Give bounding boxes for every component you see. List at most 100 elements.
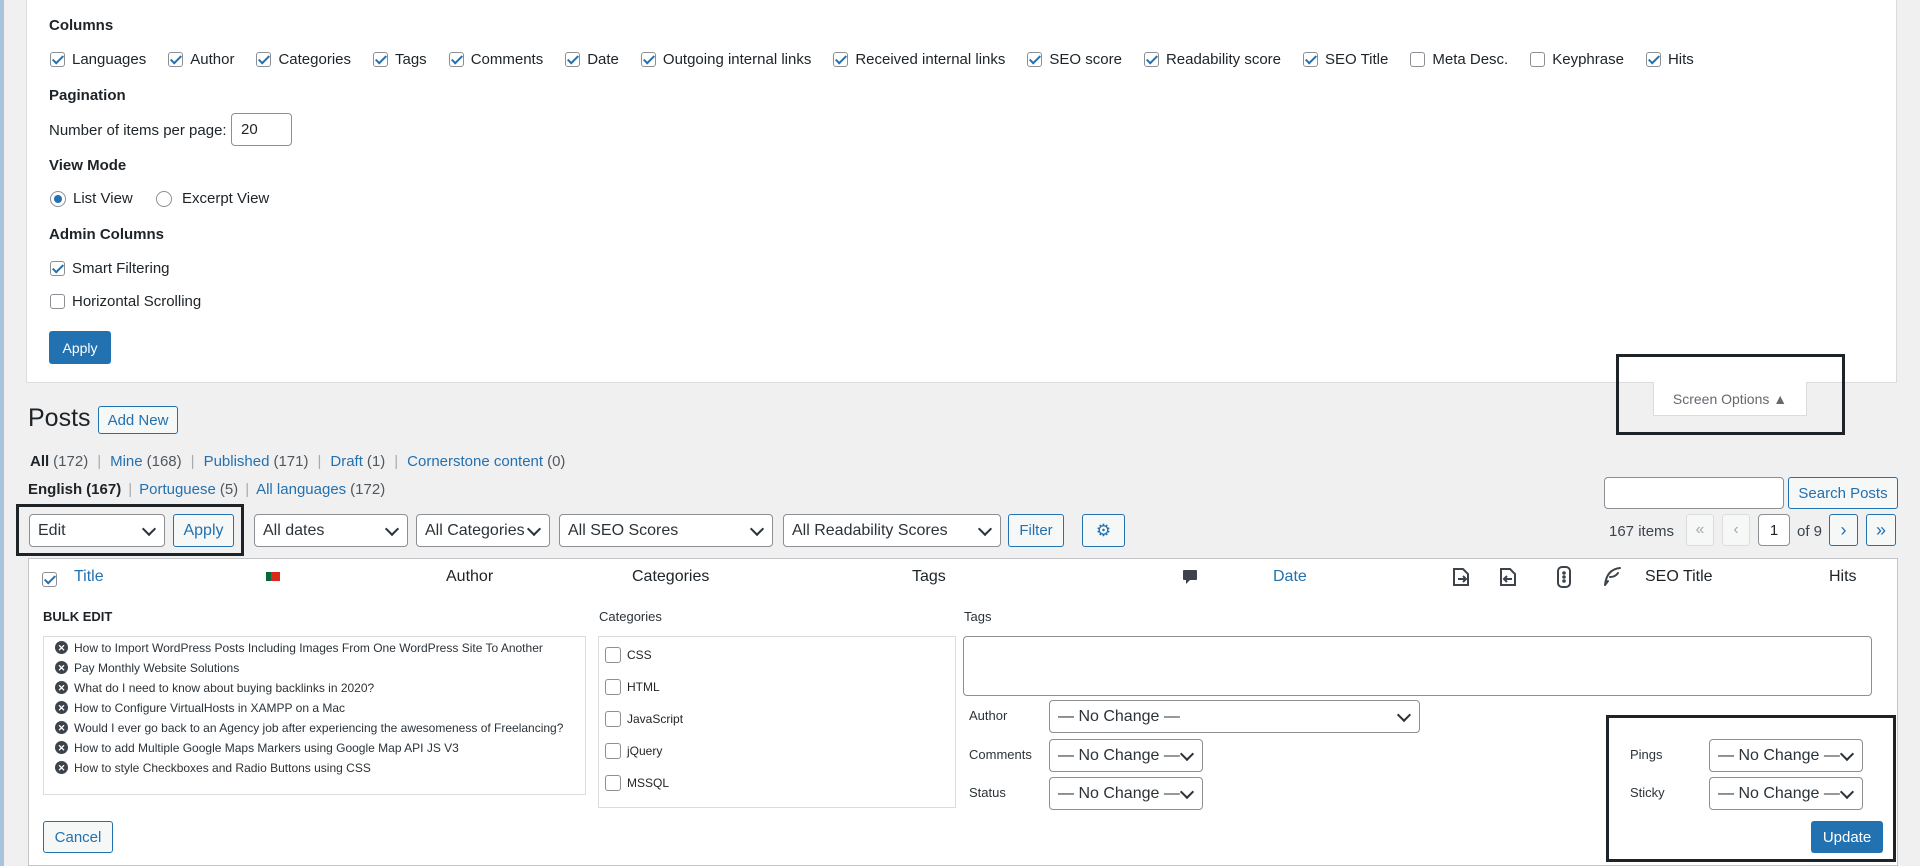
column-option-3[interactable]: Tags [373, 51, 427, 68]
horizontal-scrolling-option[interactable]: Horizontal Scrolling [50, 293, 201, 310]
outgoing-links-icon[interactable] [1450, 566, 1472, 592]
status-link[interactable]: All (172) [30, 453, 88, 470]
title-column-header[interactable]: Title [74, 568, 104, 586]
language-link[interactable]: English (167) [28, 481, 121, 498]
column-option-7[interactable]: Received internal links [833, 51, 1005, 68]
list-view-option[interactable]: List View [50, 190, 133, 207]
last-page-button[interactable]: » [1866, 514, 1896, 546]
items-per-page-input[interactable]: 20 [231, 113, 292, 146]
remove-circle-icon[interactable]: ✕ [55, 701, 68, 714]
next-page-button[interactable]: › [1829, 514, 1858, 546]
search-posts-button[interactable]: Search Posts [1788, 477, 1898, 509]
category-checkbox[interactable] [605, 743, 621, 759]
category-option[interactable]: HTML [605, 671, 683, 703]
link-separator: | [245, 481, 250, 498]
bulk-apply-button[interactable]: Apply [173, 514, 234, 547]
language-link[interactable]: All languages (172) [256, 481, 385, 498]
status-link[interactable]: Mine (168) [110, 453, 182, 470]
column-checkbox[interactable] [640, 52, 656, 67]
category-option[interactable]: MSSQL [605, 767, 683, 799]
dates-filter-select[interactable]: All dates [254, 514, 408, 547]
category-option[interactable]: jQuery [605, 735, 683, 767]
comment-bubble-icon[interactable] [1182, 569, 1198, 591]
seo-scores-filter-select[interactable]: All SEO Scores [559, 514, 773, 547]
category-checkbox[interactable] [605, 679, 621, 695]
comments-select[interactable]: — No Change — [1049, 739, 1203, 772]
readability-score-icon[interactable] [1601, 566, 1623, 592]
settings-gear-button[interactable]: ⚙ [1082, 514, 1125, 547]
author-select[interactable]: — No Change — [1049, 700, 1420, 733]
status-link[interactable]: Published (171) [204, 453, 309, 470]
chevron-down-icon [1839, 784, 1855, 799]
column-checkbox[interactable] [373, 52, 388, 67]
column-option-11[interactable]: Meta Desc. [1410, 51, 1508, 68]
column-option-12[interactable]: Keyphrase [1530, 51, 1624, 68]
column-checkbox[interactable] [1303, 52, 1318, 67]
column-checkbox[interactable] [1410, 52, 1426, 67]
excerpt-view-option[interactable]: Excerpt View [156, 190, 269, 207]
category-checkbox[interactable] [605, 775, 621, 791]
first-page-button[interactable]: « [1686, 514, 1714, 546]
sticky-select[interactable]: — No Change — [1709, 777, 1863, 810]
received-links-icon[interactable] [1497, 566, 1519, 592]
column-checkbox[interactable] [448, 52, 464, 67]
column-checkbox[interactable] [168, 52, 184, 67]
cancel-button[interactable]: Cancel [43, 821, 113, 853]
current-page-input[interactable]: 1 [1758, 514, 1790, 546]
column-option-13[interactable]: Hits [1645, 51, 1694, 68]
bulk-tags-textarea[interactable] [963, 636, 1872, 696]
column-checkbox[interactable] [50, 52, 65, 67]
remove-circle-icon[interactable]: ✕ [55, 641, 68, 654]
column-option-5[interactable]: Date [565, 51, 619, 68]
category-checkbox[interactable] [605, 711, 621, 727]
category-checkbox[interactable] [605, 647, 621, 663]
column-option-2[interactable]: Categories [256, 51, 351, 68]
smart-filtering-checkbox[interactable] [50, 261, 65, 276]
column-checkbox[interactable] [1143, 52, 1159, 67]
column-checkbox[interactable] [256, 52, 272, 67]
readability-filter-select[interactable]: All Readability Scores [783, 514, 1001, 547]
screen-options-toggle[interactable]: Screen Options ▲ [1653, 382, 1807, 416]
bulk-action-select[interactable]: Edit [29, 514, 165, 547]
status-link[interactable]: Cornerstone content (0) [407, 453, 565, 470]
column-option-4[interactable]: Comments [448, 51, 543, 68]
status-link[interactable]: Draft (1) [330, 453, 385, 470]
smart-filtering-option[interactable]: Smart Filtering [50, 260, 170, 277]
column-option-10[interactable]: SEO Title [1303, 51, 1388, 68]
status-select[interactable]: — No Change — [1049, 777, 1203, 810]
column-checkbox[interactable] [565, 52, 581, 67]
column-checkbox[interactable] [1530, 52, 1546, 67]
horizontal-scrolling-checkbox[interactable] [50, 294, 65, 309]
column-option-1[interactable]: Author [168, 51, 234, 68]
remove-circle-icon[interactable]: ✕ [55, 661, 68, 674]
date-column-header[interactable]: Date [1273, 568, 1307, 586]
search-input[interactable] [1604, 477, 1784, 509]
column-option-9[interactable]: Readability score [1143, 51, 1281, 68]
pings-select[interactable]: — No Change — [1709, 739, 1863, 772]
update-button[interactable]: Update [1811, 821, 1883, 853]
column-checkbox[interactable] [1645, 52, 1661, 67]
select-all-checkbox[interactable] [42, 571, 57, 587]
column-option-0[interactable]: Languages [50, 51, 146, 68]
column-checkbox[interactable] [1027, 52, 1043, 67]
column-option-label: Readability score [1165, 51, 1281, 68]
category-option[interactable]: JavaScript [605, 703, 683, 735]
seo-score-icon[interactable] [1556, 566, 1572, 592]
horizontal-scrolling-label: Horizontal Scrolling [72, 293, 202, 310]
screen-options-apply-button[interactable]: Apply [49, 331, 111, 364]
column-option-6[interactable]: Outgoing internal links [640, 51, 811, 68]
categories-filter-select[interactable]: All Categories [416, 514, 550, 547]
add-new-button[interactable]: Add New [98, 406, 178, 434]
remove-circle-icon[interactable]: ✕ [55, 741, 68, 754]
remove-circle-icon[interactable]: ✕ [55, 681, 68, 694]
category-option[interactable]: CSS [605, 639, 683, 671]
remove-circle-icon[interactable]: ✕ [55, 761, 68, 774]
prev-page-button[interactable]: ‹ [1722, 514, 1750, 546]
list-view-radio[interactable] [50, 190, 66, 207]
filter-button[interactable]: Filter [1008, 514, 1064, 547]
column-checkbox[interactable] [833, 52, 849, 67]
column-option-8[interactable]: SEO score [1027, 51, 1122, 68]
excerpt-view-radio[interactable] [156, 190, 172, 207]
remove-circle-icon[interactable]: ✕ [55, 721, 68, 734]
language-link[interactable]: Portuguese (5) [139, 481, 238, 498]
